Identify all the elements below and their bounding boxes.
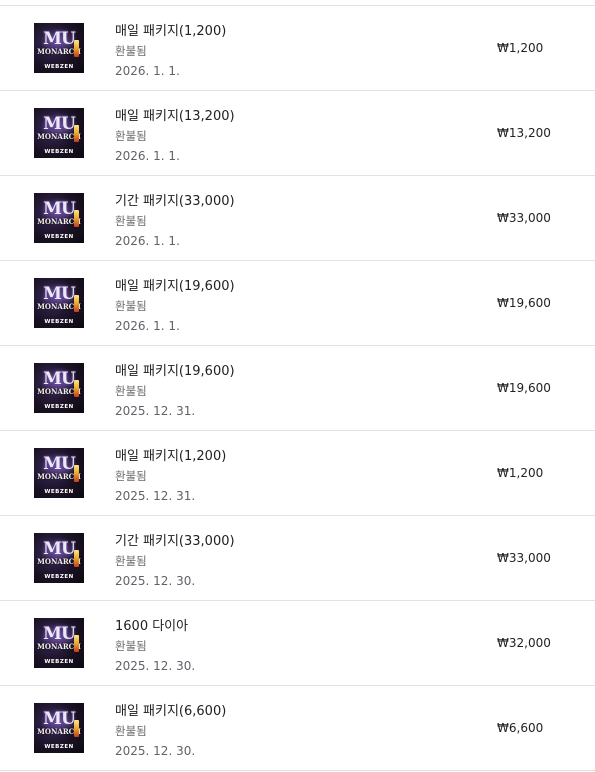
item-title: 매일 패키지(1,200) [115, 24, 227, 39]
app-icon-publisher: WEBZEN [44, 234, 74, 240]
purchase-row[interactable]: MU MONARCH WEBZEN 1600 다이아 환불됨 2025. 12.… [0, 601, 595, 686]
item-title: 매일 패키지(1,200) [115, 449, 227, 464]
refund-status: 환불됨 [115, 299, 147, 313]
purchase-row[interactable]: MU MONARCH WEBZEN 매일 패키지(19,600) 환불됨 202… [0, 346, 595, 431]
item-price: ₩32,000 [497, 636, 551, 650]
app-icon: MU MONARCH WEBZEN [34, 278, 84, 328]
item-title: 1600 다이아 [115, 619, 189, 634]
item-price: ₩19,600 [497, 381, 551, 395]
item-price: ₩33,000 [497, 551, 551, 565]
app-icon: MU MONARCH WEBZEN [34, 703, 84, 753]
item-price: ₩1,200 [497, 41, 544, 55]
app-icon-publisher: WEBZEN [44, 744, 74, 750]
purchase-row[interactable]: MU MONARCH WEBZEN 매일 패키지(1,200) 환불됨 2026… [0, 6, 595, 91]
app-icon-publisher: WEBZEN [44, 489, 74, 495]
purchase-row[interactable]: MU MONARCH WEBZEN 매일 패키지(19,600) 환불됨 202… [0, 261, 595, 346]
app-icon: MU MONARCH WEBZEN [34, 363, 84, 413]
item-title: 매일 패키지(19,600) [115, 364, 235, 379]
item-price: ₩6,600 [497, 721, 544, 735]
app-icon: MU MONARCH WEBZEN [34, 448, 84, 498]
item-title: 매일 패키지(19,600) [115, 279, 235, 294]
app-icon-publisher: WEBZEN [44, 404, 74, 410]
item-title: 기간 패키지(33,000) [115, 194, 235, 209]
app-icon-publisher: WEBZEN [44, 149, 74, 155]
item-title: 매일 패키지(6,600) [115, 704, 227, 719]
refund-status: 환불됨 [115, 384, 147, 398]
refund-status: 환불됨 [115, 129, 147, 143]
purchase-row[interactable]: MU MONARCH WEBZEN 매일 패키지(1,200) 환불됨 2025… [0, 431, 595, 516]
item-title: 매일 패키지(13,200) [115, 109, 235, 124]
purchase-date: 2025. 12. 31. [115, 404, 196, 418]
app-icon: MU MONARCH WEBZEN [34, 23, 84, 73]
purchase-row[interactable]: MU MONARCH WEBZEN 매일 패키지(13,200) 환불됨 202… [0, 91, 595, 176]
purchase-date: 2026. 1. 1. [115, 234, 180, 248]
item-price: ₩1,200 [497, 466, 544, 480]
purchase-date: 2025. 12. 30. [115, 744, 196, 758]
purchase-row[interactable]: MU MONARCH WEBZEN 기간 패키지(33,000) 환불됨 202… [0, 516, 595, 601]
refund-status: 환불됨 [115, 469, 147, 483]
app-icon-publisher: WEBZEN [44, 659, 74, 665]
purchase-date: 2025. 12. 31. [115, 489, 196, 503]
item-price: ₩33,000 [497, 211, 551, 225]
refund-status: 환불됨 [115, 724, 147, 738]
purchase-date: 2025. 12. 30. [115, 574, 196, 588]
app-icon: MU MONARCH WEBZEN [34, 533, 84, 583]
refund-status: 환불됨 [115, 214, 147, 228]
refund-status: 환불됨 [115, 639, 147, 653]
app-icon: MU MONARCH WEBZEN [34, 618, 84, 668]
purchase-date: 2025. 12. 30. [115, 659, 196, 673]
app-icon-publisher: WEBZEN [44, 319, 74, 325]
item-price: ₩13,200 [497, 126, 551, 140]
refund-status: 환불됨 [115, 44, 147, 58]
purchase-row[interactable]: MU MONARCH WEBZEN 기간 패키지(33,000) 환불됨 202… [0, 176, 595, 261]
item-title: 기간 패키지(33,000) [115, 534, 235, 549]
purchase-date: 2026. 1. 1. [115, 319, 180, 333]
purchase-row[interactable]: MU MONARCH WEBZEN 매일 패키지(6,600) 환불됨 2025… [0, 686, 595, 771]
app-icon: MU MONARCH WEBZEN [34, 108, 84, 158]
purchase-date: 2026. 1. 1. [115, 149, 180, 163]
refund-status: 환불됨 [115, 554, 147, 568]
app-icon-publisher: WEBZEN [44, 64, 74, 70]
app-icon-publisher: WEBZEN [44, 574, 74, 580]
purchase-date: 2026. 1. 1. [115, 64, 180, 78]
purchase-history-list: MU MONARCH WEBZEN 매일 패키지(1,200) 환불됨 2026… [0, 5, 595, 771]
item-price: ₩19,600 [497, 296, 551, 310]
app-icon: MU MONARCH WEBZEN [34, 193, 84, 243]
